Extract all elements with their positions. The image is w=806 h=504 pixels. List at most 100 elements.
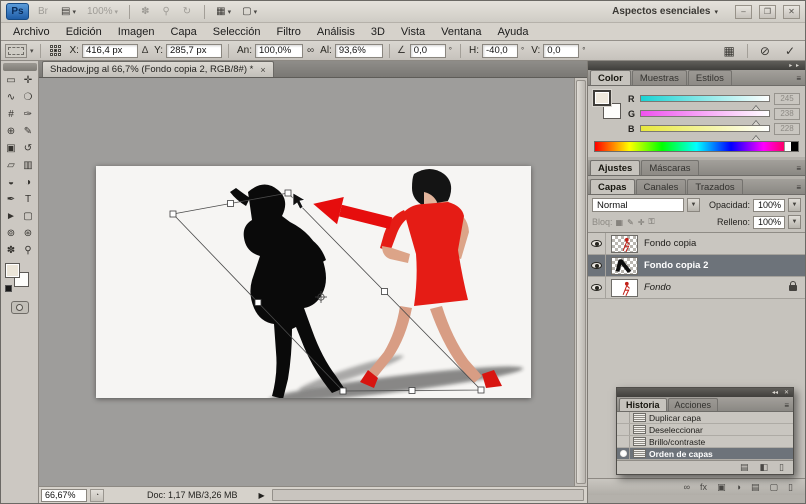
tool-quick-selection[interactable]: ❍ xyxy=(20,89,37,106)
zoom-percentage-field[interactable]: 66,67% xyxy=(41,488,87,502)
tool-hand[interactable]: ✽ xyxy=(3,242,20,259)
new-document-from-state-icon[interactable]: ▤ xyxy=(740,463,749,472)
foreground-color-swatch[interactable] xyxy=(592,89,612,107)
menu-item[interactable]: Imagen xyxy=(110,24,163,40)
zoom-level-dropdown[interactable]: 100% ▾ xyxy=(83,4,122,20)
history-state-selected[interactable]: Orden de capas xyxy=(617,448,793,460)
minimize-button[interactable]: – xyxy=(735,4,752,19)
rotate-view-icon[interactable]: ↻ xyxy=(179,4,197,20)
panel-menu-icon[interactable]: ≡ xyxy=(796,164,801,173)
history-source-checkbox[interactable] xyxy=(617,424,630,435)
workspace-switcher[interactable]: Aspectos esenciales ▾ xyxy=(612,6,728,17)
tool-history-brush[interactable]: ↺ xyxy=(20,140,37,157)
toolbox-grip[interactable] xyxy=(2,63,37,71)
view-extras-icon[interactable]: ▤ ▾ xyxy=(57,4,80,20)
tool-shape[interactable]: ▢ xyxy=(20,208,37,225)
history-state[interactable]: Deseleccionar xyxy=(617,424,793,436)
reference-point-locator[interactable] xyxy=(49,44,62,57)
tab-mascaras[interactable]: Máscaras xyxy=(641,160,699,175)
menu-item[interactable]: Selección xyxy=(205,24,269,40)
close-icon[interactable]: ✕ xyxy=(784,389,789,396)
relative-position-icon[interactable]: ∆ xyxy=(142,45,148,56)
tool-clone-stamp[interactable]: ▣ xyxy=(3,140,20,157)
group-layers-icon[interactable]: ▤ xyxy=(751,482,760,492)
hand-tool-icon[interactable]: ✽ xyxy=(137,4,155,20)
rotation-field[interactable]: 0,0 xyxy=(409,43,446,58)
tool-gradient[interactable]: ▥ xyxy=(20,157,37,174)
tab-ajustes[interactable]: Ajustes xyxy=(590,160,641,175)
tool-dodge[interactable]: ◑ xyxy=(20,174,37,191)
menu-item[interactable]: Ventana xyxy=(433,24,489,40)
status-menu-arrow-icon[interactable]: ▶ xyxy=(259,491,265,500)
restore-button[interactable]: ❐ xyxy=(759,4,776,19)
tool-crop[interactable]: # xyxy=(3,106,20,123)
visibility-toggle[interactable] xyxy=(588,233,606,254)
lock-pixels-icon[interactable]: ✎ xyxy=(627,218,634,227)
height-scale-field[interactable]: 93,6% xyxy=(334,43,383,58)
layer-thumbnail[interactable] xyxy=(611,234,638,253)
menu-item[interactable]: Filtro xyxy=(268,24,308,40)
blue-value[interactable]: 228 xyxy=(774,122,800,135)
menu-item[interactable]: Ayuda xyxy=(490,24,537,40)
menu-item[interactable]: Vista xyxy=(393,24,433,40)
status-options-icon[interactable]: ◔ xyxy=(90,488,104,502)
layer-row-fondo-copia-2[interactable]: Fondo copia 2 xyxy=(588,255,805,277)
screen-mode-icon[interactable]: ▢ ▾ xyxy=(238,4,261,20)
default-colors-icon[interactable] xyxy=(4,285,12,292)
lock-position-icon[interactable]: ✛ xyxy=(638,218,645,227)
horizontal-skew-field[interactable]: -40,0 xyxy=(482,43,518,58)
green-value[interactable]: 238 xyxy=(774,107,800,120)
vertical-scrollbar[interactable] xyxy=(574,78,587,486)
blend-mode-select[interactable]: Normal xyxy=(592,198,684,212)
tab-capas[interactable]: Capas xyxy=(590,179,635,194)
layer-thumbnail[interactable] xyxy=(611,256,638,275)
tool-eraser[interactable]: ▱ xyxy=(3,157,20,174)
panel-menu-icon[interactable]: ≡ xyxy=(796,74,801,83)
history-state[interactable]: Duplicar capa xyxy=(617,412,793,424)
adjustment-layer-icon[interactable]: ◑ xyxy=(736,482,741,492)
menu-item[interactable]: Archivo xyxy=(5,24,58,40)
x-position-field[interactable]: 416,4 px xyxy=(81,43,138,58)
history-source-checkbox[interactable] xyxy=(617,448,630,459)
tool-path-selection[interactable]: ► xyxy=(3,208,20,225)
new-snapshot-icon[interactable]: ◧ xyxy=(760,463,769,472)
visibility-toggle[interactable] xyxy=(588,255,606,276)
lock-all-icon[interactable]: ⚿ xyxy=(648,217,654,227)
color-spectrum-ramp[interactable] xyxy=(594,141,799,152)
commit-transform-button[interactable]: ✓ xyxy=(785,44,795,58)
menu-item[interactable]: Análisis xyxy=(309,24,363,40)
green-slider[interactable] xyxy=(640,110,770,126)
warp-mode-button[interactable]: ▦ xyxy=(724,44,735,58)
y-position-field[interactable]: 285,7 px xyxy=(166,43,222,58)
blue-slider[interactable] xyxy=(640,125,770,141)
history-source-checkbox[interactable] xyxy=(617,436,630,447)
tool-rectangular-marquee[interactable]: ▭ xyxy=(3,72,20,89)
zoom-tool-icon[interactable]: ⚲ xyxy=(158,4,175,20)
tab-historia[interactable]: Historia xyxy=(619,398,667,411)
photo-document[interactable] xyxy=(96,166,531,398)
collapse-panels-icon[interactable]: ▸ ▸ xyxy=(789,62,800,69)
quick-mask-button[interactable] xyxy=(10,301,29,314)
new-layer-icon[interactable]: ▢ xyxy=(770,482,779,492)
tool-zoom[interactable]: ⚲ xyxy=(20,242,37,259)
chevron-down-icon[interactable]: ▼ xyxy=(788,198,801,212)
panel-menu-icon[interactable]: ≡ xyxy=(784,401,789,410)
tool-lasso[interactable]: ∿ xyxy=(3,89,20,106)
layer-row-fondo-copia[interactable]: Fondo copia xyxy=(588,233,805,255)
document-tab[interactable]: Shadow.jpg al 66,7% (Fondo copia 2, RGB/… xyxy=(42,61,274,77)
chevron-down-icon[interactable]: ▼ xyxy=(687,198,700,212)
fill-field[interactable]: 100% xyxy=(753,215,785,229)
delete-state-icon[interactable]: ▯ xyxy=(779,463,784,472)
arrange-documents-icon[interactable]: ▦ ▾ xyxy=(212,4,235,20)
tool-brush[interactable]: ✎ xyxy=(20,123,37,140)
tool-healing-brush[interactable]: ⊕ xyxy=(3,123,20,140)
tool-3d-orbit[interactable]: ⊛ xyxy=(20,225,37,242)
add-mask-icon[interactable]: ▣ xyxy=(717,482,726,492)
delete-layer-icon[interactable]: ▯ xyxy=(788,482,793,492)
tool-3d-rotate[interactable]: ⊚ xyxy=(3,225,20,242)
layer-style-icon[interactable]: fx xyxy=(700,482,707,492)
visibility-toggle[interactable] xyxy=(588,277,606,298)
close-tab-icon[interactable]: × xyxy=(260,65,265,75)
launch-bridge-icon[interactable]: Br xyxy=(34,4,54,20)
horizontal-scrollbar[interactable] xyxy=(271,489,584,501)
